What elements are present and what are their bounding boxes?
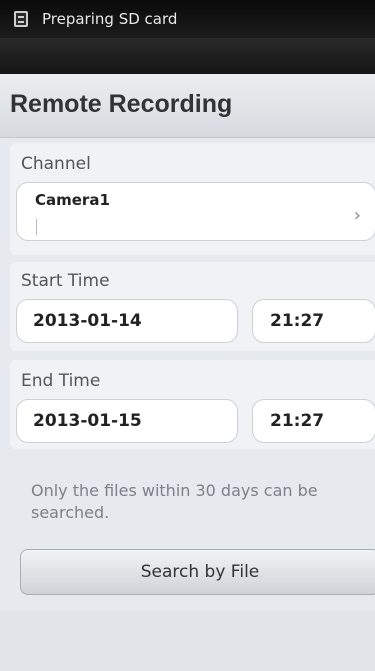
- start-date-value: 2013-01-14: [33, 311, 142, 331]
- text-cursor: [36, 219, 37, 235]
- status-bar: Preparing SD card: [0, 0, 375, 38]
- notification-bar: [0, 38, 375, 74]
- start-time-field[interactable]: 21:27: [252, 299, 375, 343]
- search-hint: Only the files within 30 days can be sea…: [31, 481, 318, 522]
- end-time-label: End Time: [21, 371, 101, 391]
- bottom-area: [0, 610, 375, 671]
- start-time-label: Start Time: [21, 271, 110, 291]
- status-text: Preparing SD card: [42, 10, 178, 28]
- end-date-value: 2013-01-15: [33, 411, 142, 431]
- channel-value: Camera1: [35, 191, 110, 209]
- chevron-right-icon: ›: [353, 205, 361, 226]
- channel-label: Channel: [21, 154, 91, 174]
- end-time-field[interactable]: 21:27: [252, 399, 375, 443]
- title-bar: Remote Recording: [0, 74, 375, 138]
- search-by-file-button[interactable]: Search by File: [20, 549, 375, 595]
- start-date-field[interactable]: 2013-01-14: [16, 299, 238, 343]
- page-title: Remote Recording: [10, 90, 233, 118]
- end-time-value: 21:27: [270, 411, 325, 431]
- sd-card-icon: [14, 11, 28, 27]
- start-time-value: 21:27: [270, 311, 325, 331]
- channel-selector[interactable]: Camera1 ›: [16, 182, 375, 241]
- end-date-field[interactable]: 2013-01-15: [16, 399, 238, 443]
